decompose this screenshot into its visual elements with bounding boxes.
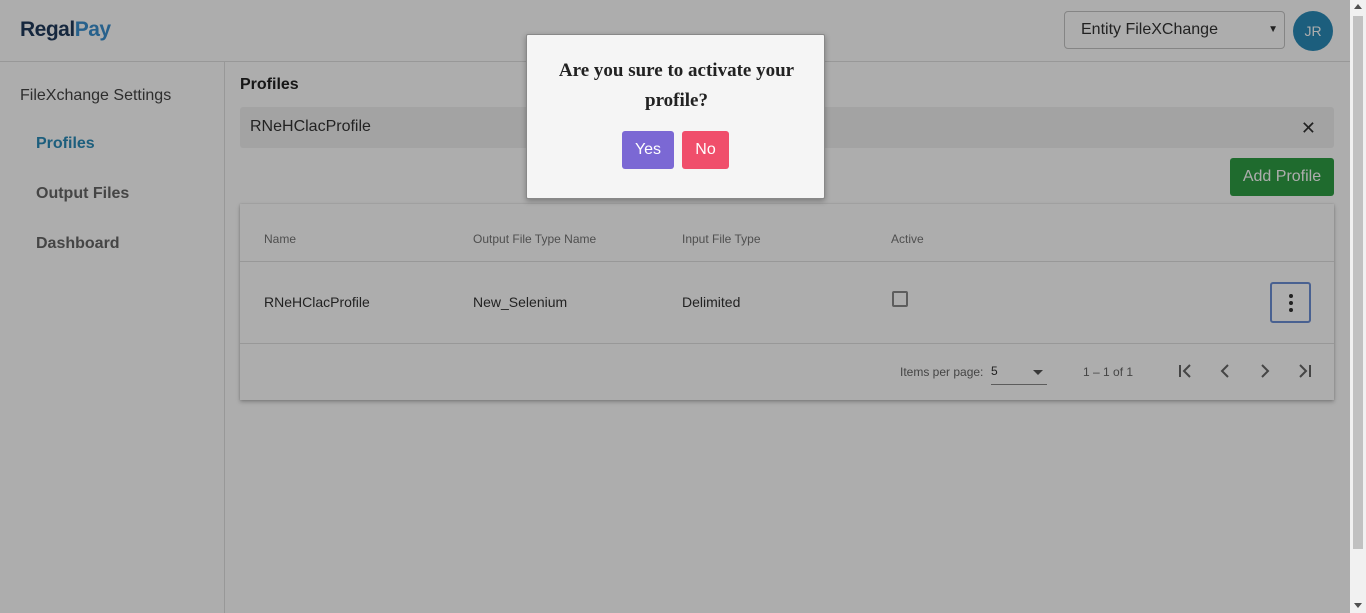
scrollbar-thumb[interactable] xyxy=(1353,16,1363,549)
scroll-up-icon[interactable] xyxy=(1354,4,1362,9)
scroll-down-icon[interactable] xyxy=(1354,603,1362,608)
vertical-scrollbar[interactable] xyxy=(1350,0,1366,613)
yes-button[interactable]: Yes xyxy=(622,131,674,169)
confirm-dialog: Are you sure to activate your profile? Y… xyxy=(526,34,825,199)
dialog-message: Are you sure to activate your profile? xyxy=(558,60,795,111)
no-button[interactable]: No xyxy=(682,131,729,169)
